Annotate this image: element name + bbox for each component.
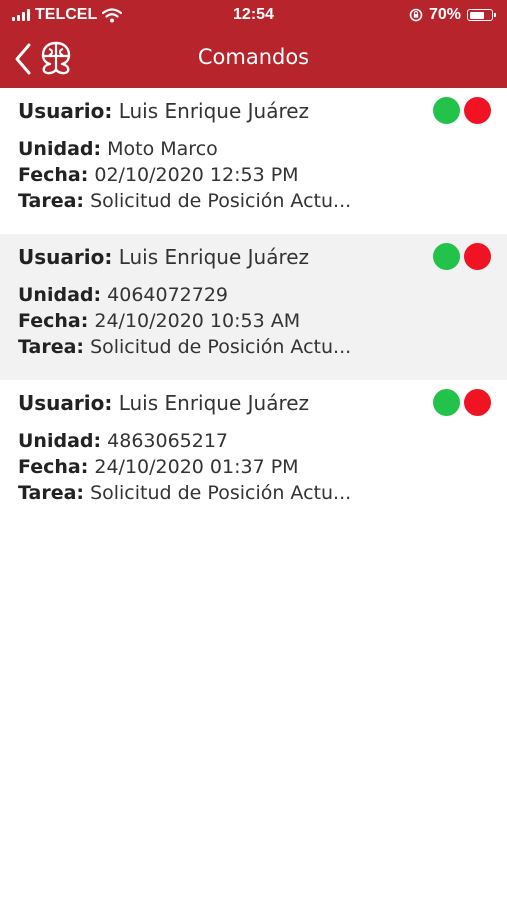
status-indicators bbox=[433, 389, 491, 416]
status-bar: TELCEL 12:54 70% bbox=[0, 0, 507, 30]
date-row: Fecha: 24/10/2020 10:53 AM bbox=[18, 308, 388, 334]
date-value: 24/10/2020 01:37 PM bbox=[94, 456, 299, 478]
status-indicators bbox=[433, 243, 491, 270]
unit-label: Unidad: bbox=[18, 284, 102, 306]
task-value: Solicitud de Posición Actu... bbox=[90, 336, 352, 358]
details: Unidad: Moto Marco Fecha: 02/10/2020 12:… bbox=[18, 136, 489, 214]
red-status-dot[interactable] bbox=[464, 97, 491, 124]
task-label: Tarea: bbox=[18, 336, 85, 358]
date-value: 02/10/2020 12:53 PM bbox=[94, 164, 299, 186]
orientation-lock-icon bbox=[409, 8, 423, 22]
task-label: Tarea: bbox=[18, 190, 85, 212]
date-label: Fecha: bbox=[18, 456, 89, 478]
list-item[interactable]: Usuario: Luis Enrique Juárez Unidad: 406… bbox=[0, 234, 507, 380]
unit-row: Unidad: 4863065217 bbox=[18, 428, 388, 454]
status-indicators bbox=[433, 97, 491, 124]
green-status-dot[interactable] bbox=[433, 97, 460, 124]
user-label: Usuario: bbox=[18, 391, 113, 415]
task-value: Solicitud de Posición Actu... bbox=[90, 482, 352, 504]
green-status-dot[interactable] bbox=[433, 243, 460, 270]
unit-label: Unidad: bbox=[18, 430, 102, 452]
list-item[interactable]: Usuario: Luis Enrique Juárez Unidad: 486… bbox=[0, 380, 507, 526]
unit-label: Unidad: bbox=[18, 138, 102, 160]
unit-row: Unidad: 4064072729 bbox=[18, 282, 388, 308]
status-right: 70% bbox=[409, 6, 496, 24]
command-list: Usuario: Luis Enrique Juárez Unidad: Mot… bbox=[0, 88, 507, 526]
user-value: Luis Enrique Juárez bbox=[118, 99, 310, 123]
green-status-dot[interactable] bbox=[433, 389, 460, 416]
battery-icon bbox=[467, 9, 496, 21]
details: Unidad: 4064072729 Fecha: 24/10/2020 10:… bbox=[18, 282, 489, 360]
unit-value: 4064072729 bbox=[107, 284, 229, 306]
unit-row: Unidad: Moto Marco bbox=[18, 136, 388, 162]
user-label: Usuario: bbox=[18, 245, 113, 269]
date-label: Fecha: bbox=[18, 164, 89, 186]
date-label: Fecha: bbox=[18, 310, 89, 332]
task-row: Tarea: Solicitud de Posición Actu... bbox=[18, 188, 388, 214]
user-label: Usuario: bbox=[18, 99, 113, 123]
task-row: Tarea: Solicitud de Posición Actu... bbox=[18, 480, 388, 506]
nav-bar: Comandos bbox=[0, 30, 507, 88]
user-row: Usuario: Luis Enrique Juárez bbox=[18, 244, 489, 270]
user-row: Usuario: Luis Enrique Juárez bbox=[18, 98, 489, 124]
user-value: Luis Enrique Juárez bbox=[118, 245, 310, 269]
red-status-dot[interactable] bbox=[464, 243, 491, 270]
date-row: Fecha: 02/10/2020 12:53 PM bbox=[18, 162, 388, 188]
page-title: Comandos bbox=[197, 45, 310, 69]
task-label: Tarea: bbox=[18, 482, 85, 504]
user-row: Usuario: Luis Enrique Juárez bbox=[18, 390, 489, 416]
unit-value: Moto Marco bbox=[107, 138, 218, 160]
task-row: Tarea: Solicitud de Posición Actu... bbox=[18, 334, 388, 360]
list-item[interactable]: Usuario: Luis Enrique Juárez Unidad: Mot… bbox=[0, 88, 507, 234]
details: Unidad: 4863065217 Fecha: 24/10/2020 01:… bbox=[18, 428, 489, 506]
red-status-dot[interactable] bbox=[464, 389, 491, 416]
battery-percent: 70% bbox=[428, 6, 461, 23]
task-value: Solicitud de Posición Actu... bbox=[90, 190, 352, 212]
user-value: Luis Enrique Juárez bbox=[118, 391, 310, 415]
date-value: 24/10/2020 10:53 AM bbox=[94, 310, 301, 332]
date-row: Fecha: 24/10/2020 01:37 PM bbox=[18, 454, 388, 480]
unit-value: 4863065217 bbox=[107, 430, 229, 452]
